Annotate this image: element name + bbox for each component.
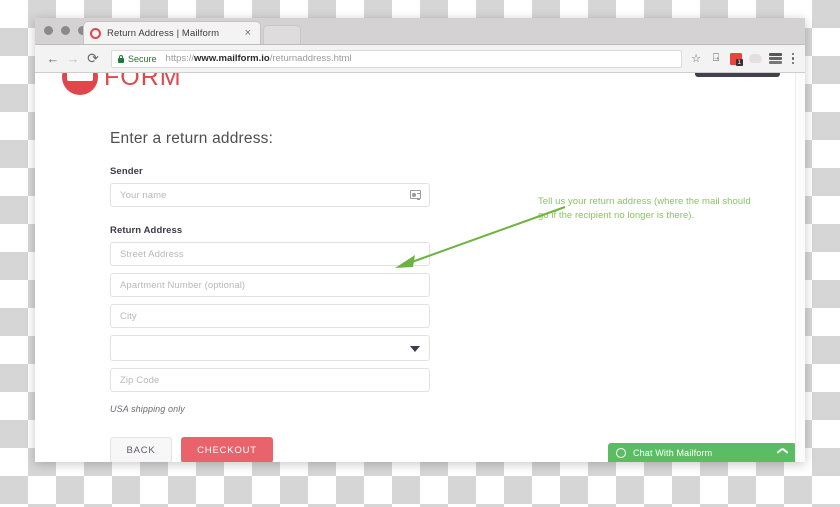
- tab-title: Return Address | Mailform: [107, 27, 220, 39]
- toolbar-icon-group: ☆ ⍈ 1: [688, 52, 798, 66]
- kebab-menu-icon[interactable]: [789, 52, 798, 65]
- url-text: https://www.mailform.io/returnaddress.ht…: [166, 53, 352, 64]
- annotation-text: Tell us your return address (where the m…: [538, 196, 751, 221]
- site-logo[interactable]: FORM: [62, 73, 182, 95]
- window-traffic-lights[interactable]: [44, 26, 87, 35]
- extension-badge-count: 1: [735, 58, 743, 66]
- state-select[interactable]: [110, 335, 430, 361]
- close-window-button[interactable]: [44, 26, 53, 35]
- sender-label: Sender: [110, 166, 143, 177]
- header-cta-button[interactable]: [695, 73, 780, 77]
- sender-name-placeholder: Your name: [120, 189, 167, 201]
- page-scrollbar[interactable]: [795, 73, 805, 462]
- layers-extension-icon[interactable]: [768, 53, 782, 64]
- close-tab-icon[interactable]: ×: [242, 27, 254, 39]
- browser-toolbar: ← → ⟳ Secure https://www.mailform.io/ret…: [35, 45, 805, 73]
- secure-label: Secure: [128, 53, 157, 64]
- city-input[interactable]: City: [110, 304, 430, 328]
- new-tab-button[interactable]: [263, 25, 301, 44]
- extension-red-icon[interactable]: 1: [729, 52, 743, 66]
- cast-icon[interactable]: ⍈: [710, 52, 723, 65]
- bookmark-star-icon[interactable]: ☆: [690, 52, 703, 65]
- chat-widget-label: Chat With Mailform: [633, 447, 713, 458]
- page-title: Enter a return address:: [110, 130, 274, 147]
- browser-window: Return Address | Mailform × ← → ⟳ Secure…: [35, 18, 805, 462]
- url-scheme: https://: [165, 53, 195, 64]
- minimize-window-button[interactable]: [61, 26, 70, 35]
- apartment-number-placeholder: Apartment Number (optional): [120, 279, 246, 291]
- zip-code-placeholder: Zip Code: [120, 374, 160, 386]
- chevron-down-icon[interactable]: [410, 346, 420, 352]
- lock-icon: [118, 54, 124, 63]
- forward-button[interactable]: →: [63, 49, 83, 69]
- return-address-label: Return Address: [110, 225, 183, 236]
- chat-widget[interactable]: Chat With Mailform: [608, 443, 796, 462]
- url-host: www.mailform.io: [194, 53, 270, 64]
- return-address-form: Enter a return address: Sender Your name…: [110, 130, 430, 462]
- mailform-logo-mark-icon: [62, 73, 98, 95]
- page-viewport: FORM Enter a return address: Sender Your…: [35, 73, 805, 462]
- back-button[interactable]: ←: [43, 49, 63, 69]
- online-status-circle-icon: [616, 447, 626, 458]
- browser-tab[interactable]: Return Address | Mailform ×: [83, 21, 261, 44]
- zip-code-input[interactable]: Zip Code: [110, 368, 430, 392]
- street-address-placeholder: Street Address: [120, 248, 184, 260]
- cloud-extension-icon[interactable]: [748, 54, 762, 63]
- contact-card-icon[interactable]: [410, 190, 421, 199]
- mailform-favicon-icon: [90, 27, 101, 39]
- url-path: /returnaddress.html: [269, 53, 352, 64]
- form-button-row: BACK CHECKOUT: [110, 437, 430, 462]
- address-bar[interactable]: Secure https://www.mailform.io/returnadd…: [111, 49, 682, 68]
- reload-button[interactable]: ⟳: [83, 49, 103, 69]
- browser-tab-strip: Return Address | Mailform ×: [35, 18, 805, 45]
- checkout-button[interactable]: CHECKOUT: [181, 437, 273, 462]
- back-button-form[interactable]: BACK: [110, 437, 172, 462]
- apartment-number-input[interactable]: Apartment Number (optional): [110, 273, 430, 297]
- street-address-input[interactable]: Street Address: [110, 242, 430, 266]
- chevron-up-icon[interactable]: [777, 449, 788, 456]
- shipping-note: USA shipping only: [110, 404, 185, 414]
- site-logo-text: FORM: [104, 73, 182, 91]
- sender-name-input[interactable]: Your name: [110, 183, 430, 207]
- city-placeholder: City: [120, 310, 137, 322]
